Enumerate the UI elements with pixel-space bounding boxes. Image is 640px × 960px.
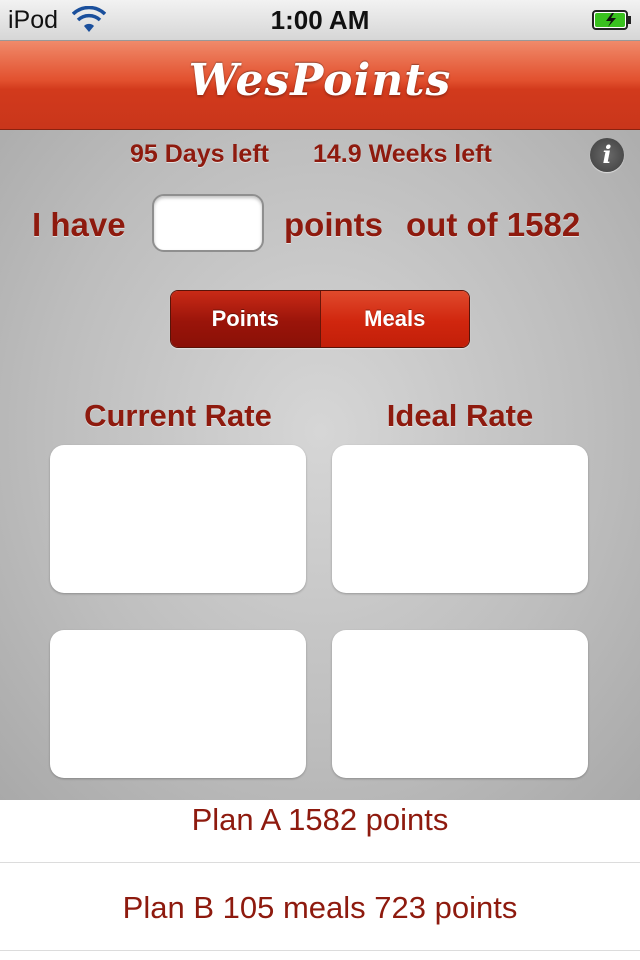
status-bar: iPod 1:00 AM: [0, 0, 640, 41]
main-panel: 95 Days left 14.9 Weeks left i I have po…: [0, 130, 640, 800]
clock: 1:00 AM: [270, 5, 370, 35]
points-input[interactable]: [152, 194, 264, 252]
ideal-rate-top-card: [332, 445, 588, 593]
info-icon[interactable]: i: [590, 138, 624, 172]
plans-list: Plan A 1582 points Plan B 105 meals 723 …: [0, 800, 640, 960]
days-left-label: 95 Days left: [130, 140, 269, 168]
points-meals-segmented-control: Points Meals: [170, 290, 470, 348]
segment-meals[interactable]: Meals: [319, 291, 469, 347]
ideal-rate-heading: Ideal Rate: [386, 398, 534, 433]
battery-charging-icon: [592, 10, 631, 30]
current-rate-bottom-card: [50, 630, 306, 778]
i-have-label: I have: [32, 206, 126, 243]
app-title: WesPoints: [188, 55, 452, 106]
ideal-rate-bottom-card: [332, 630, 588, 778]
current-rate-heading: Current Rate: [84, 398, 272, 433]
segment-points[interactable]: Points: [171, 291, 320, 347]
current-rate-top-card: [50, 445, 306, 593]
points-label: points: [284, 206, 383, 243]
navigation-bar: WesPoints: [0, 41, 640, 130]
out-of-total-label: out of 1582: [406, 206, 581, 243]
plan-b-row[interactable]: Plan B 105 meals 723 points: [0, 863, 640, 951]
plan-a-row[interactable]: Plan A 1582 points: [0, 800, 640, 863]
weeks-left-label: 14.9 Weeks left: [313, 140, 492, 168]
